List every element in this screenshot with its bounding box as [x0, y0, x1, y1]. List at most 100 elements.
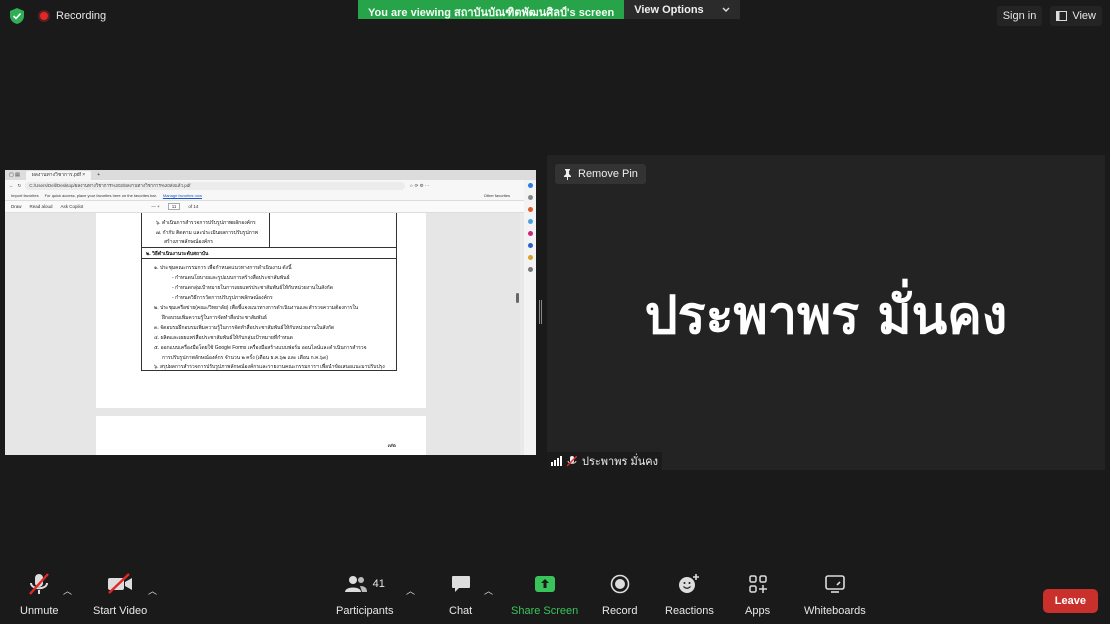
view-options-button[interactable]: View Options: [624, 0, 740, 19]
table-line: การปรับรูปภาพลักษณ์องค์กร จำนวน ๒ ครั้ง …: [162, 355, 329, 361]
participants-icon: [344, 576, 367, 592]
remove-pin-button[interactable]: Remove Pin: [555, 164, 646, 184]
muted-microphone-icon: [29, 573, 50, 595]
pdf-page: ๗๒: [96, 416, 426, 455]
search-icon[interactable]: [527, 195, 533, 200]
recording-label: Recording: [56, 10, 107, 22]
apps-label: Apps: [745, 605, 771, 617]
apps-button[interactable]: Apps: [745, 570, 770, 617]
browser-tab-actions[interactable]: ▢ ▤: [9, 172, 20, 178]
pdf-viewport[interactable]: ๖. ดำเนินการสำรวจการปรับรูปภาพผลักองค์กร…: [5, 213, 520, 455]
pdf-table: ๖. ดำเนินการสำรวจการปรับรูปภาพผลักองค์กร…: [141, 213, 397, 371]
split-handle[interactable]: [539, 300, 543, 324]
audio-options-chevron-icon[interactable]: ︿: [63, 584, 72, 597]
view-button[interactable]: View: [1050, 6, 1102, 26]
meeting-toolbar: Unmute ︿ Start Video ︿ 41 Participants ︿…: [0, 570, 1110, 624]
table-line: ๔. ผลิตและเผยแพร่สื่อประชาสัมพันธ์ให้กับ…: [154, 335, 293, 341]
games-icon[interactable]: [527, 231, 533, 236]
chevron-down-icon: [722, 7, 730, 12]
outlook-icon[interactable]: [527, 255, 533, 260]
chat-chevron-icon[interactable]: ︿: [484, 584, 493, 597]
tools-icon[interactable]: [527, 219, 533, 224]
browser-tab[interactable]: ผลงานทางวิชาการ.pdf ×: [25, 170, 92, 180]
office-icon[interactable]: [527, 243, 533, 248]
record-button[interactable]: Record: [602, 570, 637, 617]
whiteboard-icon: [825, 575, 845, 593]
participants-button[interactable]: 41 Participants: [336, 570, 393, 617]
chat-icon: [451, 576, 470, 592]
refresh-icon[interactable]: ↻: [18, 183, 22, 189]
page-number: ๗๒: [387, 443, 396, 449]
signal-icon: [551, 456, 562, 466]
start-video-button[interactable]: Start Video: [93, 570, 147, 617]
unmute-button[interactable]: Unmute: [20, 570, 59, 617]
share-screen-label: Share Screen: [511, 605, 579, 617]
start-video-label: Start Video: [93, 605, 148, 617]
video-options-chevron-icon[interactable]: ︿: [148, 584, 157, 597]
record-label: Record: [602, 605, 638, 617]
whiteboards-button[interactable]: Whiteboards: [804, 570, 866, 617]
table-header: ๒. วิธีดำเนินงานระดับสถาบัน: [142, 248, 396, 259]
favorites-hint: For quick access, place your favorites h…: [44, 193, 157, 198]
table-line: - กำหนดนโยบายและรูปแบบการสร้างสื่อประชาส…: [172, 275, 290, 281]
shared-screen[interactable]: ▢ ▤ ผลงานทางวิชาการ.pdf × + ← ↻ C:/Users…: [5, 170, 536, 455]
shopping-icon[interactable]: [527, 207, 533, 212]
table-cell: [270, 213, 396, 248]
table-line: ฝึกอบรมเพิ่มความรู้ในการจัดทำสื่อประชาสั…: [162, 315, 267, 321]
browser-toolbar-icons[interactable]: ☆ ⟳ ⚙ ⋯: [409, 183, 429, 189]
whiteboards-label: Whiteboards: [804, 605, 866, 617]
participant-footer: ประพาพร มั่นคง: [547, 452, 662, 470]
ask-copilot-tool[interactable]: Ask Copilot: [61, 204, 84, 209]
recording-indicator[interactable]: Recording: [38, 10, 106, 22]
reactions-label: Reactions: [665, 605, 714, 617]
table-line: - กำหนดวิธีการวัดการปรับรูปภาพลักษณ์องค์…: [172, 295, 273, 301]
table-line: ๕. ออกแบบเครื่องมือโดยใช้ Google Forms เ…: [154, 345, 367, 351]
other-favorites[interactable]: Other favorites: [484, 193, 510, 198]
pdf-page: ๖. ดำเนินการสำรวจการปรับรูปภาพผลักองค์กร…: [96, 213, 426, 408]
pdf-scrollbar[interactable]: [516, 293, 519, 303]
leave-button[interactable]: Leave: [1042, 589, 1098, 613]
top-right-controls: Sign in View: [996, 6, 1102, 26]
browser-sidebar: [524, 180, 536, 455]
table-line: ๑. ประชุมคณะกรรมการ เพื่อกำหนดแนวทางการด…: [154, 265, 292, 271]
top-left-status: Recording: [10, 8, 106, 24]
zoom-window: Recording You are viewing สถาบันบัณฑิตพั…: [0, 0, 1110, 624]
share-screen-button[interactable]: Share Screen: [511, 570, 578, 617]
sign-in-label: Sign in: [1002, 10, 1037, 22]
remove-pin-label: Remove Pin: [578, 168, 638, 180]
view-label: View: [1072, 10, 1096, 22]
table-line: - กำหนดกลุ่มเป้าหมายในการเผยแพร่ประชาสัม…: [172, 285, 333, 291]
viewing-banner-text: You are viewing สถาบันบัณฑิตพัฒนศิลป์'s …: [358, 0, 625, 19]
table-text: ๗. กำกับ ติดตาม และประเมินผลการปรับรูปภา…: [156, 230, 258, 236]
favorites-bar: Import favorites For quick access, place…: [5, 191, 536, 201]
table-cell: ๖. ดำเนินการสำรวจการปรับรูปภาพผลักองค์กร…: [142, 213, 270, 248]
new-tab-icon[interactable]: +: [97, 172, 100, 178]
participant-display-name: ประพาพร มั่นคง: [644, 286, 1008, 346]
participants-label: Participants: [336, 605, 394, 617]
manage-favorites-link[interactable]: Manage favorites now: [163, 193, 202, 198]
reactions-button[interactable]: Reactions: [665, 570, 714, 617]
sign-in-button[interactable]: Sign in: [996, 6, 1043, 26]
draw-tool[interactable]: Draw: [11, 204, 22, 209]
page-number-field[interactable]: 11: [167, 203, 181, 210]
add-icon[interactable]: [527, 267, 533, 272]
apps-icon: [748, 575, 767, 593]
muted-mic-icon: [567, 455, 577, 467]
import-favorites[interactable]: Import favorites: [11, 193, 39, 198]
chat-button[interactable]: Chat: [449, 570, 472, 617]
back-icon[interactable]: ←: [9, 183, 14, 188]
chat-label: Chat: [449, 605, 473, 617]
participants-chevron-icon[interactable]: ︿: [406, 584, 415, 597]
record-icon: [610, 574, 630, 594]
zoom-controls[interactable]: — +: [151, 204, 159, 209]
address-bar: ← ↻ C:/Users/Dell/Desktop/ผลงานทางวิชากา…: [5, 180, 536, 191]
copilot-icon[interactable]: [527, 183, 533, 188]
read-aloud-tool[interactable]: Read aloud: [30, 204, 53, 209]
table-line: ๓. จัดอบรมฝึกอบรมเพิ่มความรู้ในการจัดทำส…: [154, 325, 335, 331]
shield-icon[interactable]: [10, 8, 24, 24]
table-text: ๖. ดำเนินการสำรวจการปรับรูปภาพผลักองค์กร: [156, 220, 256, 226]
view-options-label: View Options: [634, 3, 704, 16]
participant-tile[interactable]: Remove Pin ประพาพร มั่นคง ประพาพร มั่นคง: [547, 155, 1105, 470]
table-line: ๒. ประชุมเครือข่าย(คณะ/วิทยาลัย) เพื่อชี…: [154, 305, 359, 311]
url-field[interactable]: C:/Users/Dell/Desktop/ผลงานทางวิชาการ%20…: [25, 181, 406, 190]
